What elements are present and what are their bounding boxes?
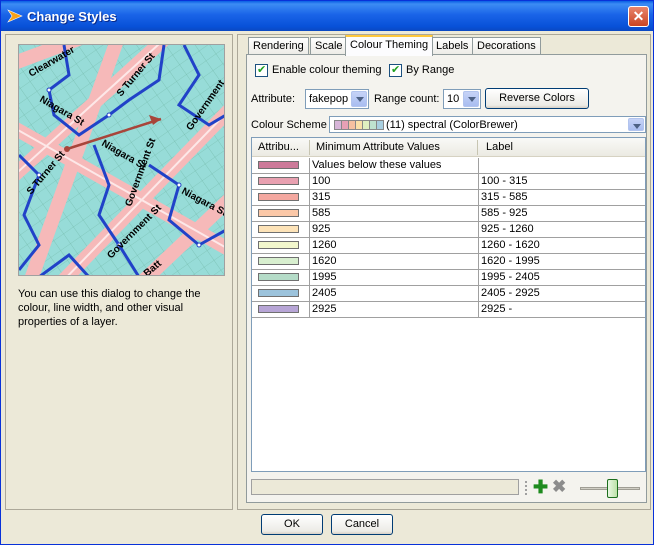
- table-row[interactable]: 2925 2925 -: [252, 302, 645, 318]
- table-row[interactable]: 1260 1260 - 1620: [252, 238, 645, 254]
- enable-colour-theming-checkbox[interactable]: [255, 63, 268, 77]
- tab-rendering[interactable]: Rendering: [248, 37, 309, 55]
- row-label[interactable]: 2405 - 2925: [481, 287, 540, 299]
- table-row[interactable]: 925 925 - 1260: [252, 222, 645, 238]
- row-minimum-value[interactable]: 925: [312, 223, 330, 235]
- tab-scale[interactable]: Scale: [310, 37, 348, 55]
- row-color-swatch[interactable]: [258, 161, 299, 169]
- row-label[interactable]: 925 - 1260: [481, 223, 534, 235]
- table-row[interactable]: 2405 2405 - 2925: [252, 286, 645, 302]
- column-header-attribute[interactable]: Attribu...: [258, 141, 299, 153]
- status-field: [251, 479, 519, 495]
- row-label[interactable]: 315 - 585: [481, 191, 527, 203]
- table-row[interactable]: 1995 1995 - 2405: [252, 270, 645, 286]
- row-label[interactable]: 1260 - 1620: [481, 239, 540, 251]
- row-minimum-value[interactable]: 1260: [312, 239, 336, 251]
- column-header-label[interactable]: Label: [486, 141, 513, 153]
- colour-scheme-value: (11) spectral (ColorBrewer): [386, 119, 518, 131]
- table-header: Attribu... Minimum Attribute Values Labe…: [252, 138, 645, 157]
- reverse-colors-button[interactable]: Reverse Colors: [485, 88, 589, 109]
- colour-ranges-table: Attribu... Minimum Attribute Values Labe…: [251, 137, 646, 472]
- change-styles-dialog: Change Styles ✕ Clearwater Niagara St S …: [0, 0, 654, 545]
- app-logo-icon: [7, 9, 23, 23]
- column-header-minimum-values[interactable]: Minimum Attribute Values: [316, 141, 440, 153]
- row-color-swatch[interactable]: [258, 305, 299, 313]
- ok-button[interactable]: OK: [261, 514, 323, 535]
- row-minimum-value[interactable]: 2925: [312, 303, 336, 315]
- by-range-checkbox[interactable]: [389, 63, 402, 77]
- tab-colour-theming[interactable]: Colour Theming: [345, 35, 434, 56]
- remove-icon[interactable]: ✖: [552, 478, 566, 495]
- attribute-value: fakepop: [309, 93, 349, 105]
- row-color-swatch[interactable]: [258, 193, 299, 201]
- attribute-label: Attribute:: [251, 93, 296, 105]
- row-minimum-value[interactable]: 2405: [312, 287, 336, 299]
- close-icon[interactable]: ✕: [628, 6, 649, 27]
- range-count-label: Range count:: [374, 93, 440, 105]
- row-color-swatch[interactable]: [258, 209, 299, 217]
- table-row[interactable]: 315 315 - 585: [252, 190, 645, 206]
- table-row[interactable]: 585 585 - 925: [252, 206, 645, 222]
- scheme-swatch: [376, 120, 384, 130]
- toolbar-grip: [525, 481, 528, 495]
- title-bar[interactable]: Change Styles ✕: [1, 1, 653, 31]
- range-count-value: 10: [447, 93, 460, 105]
- row-minimum-value[interactable]: 1995: [312, 271, 336, 283]
- row-minimum-value[interactable]: Values below these values: [312, 159, 441, 171]
- row-minimum-value[interactable]: 100: [312, 175, 330, 187]
- table-row[interactable]: Values below these values: [252, 158, 645, 174]
- row-minimum-value[interactable]: 315: [312, 191, 330, 203]
- table-row[interactable]: 100 100 - 315: [252, 174, 645, 190]
- window-title: Change Styles: [27, 9, 117, 24]
- cancel-button[interactable]: Cancel: [331, 514, 393, 535]
- chevron-down-icon[interactable]: [351, 91, 367, 107]
- row-label[interactable]: 100 - 315: [481, 175, 527, 187]
- chevron-down-icon[interactable]: [463, 91, 479, 107]
- tab-decorations[interactable]: Decorations: [472, 37, 541, 55]
- table-row[interactable]: 1620 1620 - 1995: [252, 254, 645, 270]
- row-color-swatch[interactable]: [258, 177, 299, 185]
- row-minimum-value[interactable]: 585: [312, 207, 330, 219]
- add-icon[interactable]: ✚: [533, 478, 548, 496]
- attribute-dropdown[interactable]: fakepop: [305, 89, 369, 109]
- map-preview-graphic: Clearwater Niagara St S Turner St Govern…: [19, 45, 224, 275]
- transparency-slider-thumb[interactable]: [607, 479, 618, 498]
- colour-scheme-dropdown[interactable]: (11) spectral (ColorBrewer): [329, 116, 646, 133]
- row-label[interactable]: 2925 -: [481, 303, 512, 315]
- row-color-swatch[interactable]: [258, 273, 299, 281]
- row-color-swatch[interactable]: [258, 241, 299, 249]
- row-label[interactable]: 585 - 925: [481, 207, 527, 219]
- colour-theming-panel: Enable colour theming By Range Attribute…: [246, 54, 647, 503]
- row-label[interactable]: 1995 - 2405: [481, 271, 540, 283]
- row-color-swatch[interactable]: [258, 289, 299, 297]
- enable-colour-theming-label[interactable]: Enable colour theming: [272, 64, 381, 76]
- row-color-swatch[interactable]: [258, 225, 299, 233]
- by-range-label[interactable]: By Range: [406, 64, 454, 76]
- range-count-dropdown[interactable]: 10: [443, 89, 481, 109]
- row-label[interactable]: 1620 - 1995: [481, 255, 540, 267]
- settings-pane: Rendering Scale Colour Theming Labels De…: [237, 34, 651, 510]
- preview-pane: Clearwater Niagara St S Turner St Govern…: [5, 34, 233, 510]
- help-text: You can use this dialog to change the co…: [18, 288, 201, 328]
- tab-labels[interactable]: Labels: [431, 37, 474, 55]
- colour-scheme-swatches: [334, 120, 384, 130]
- map-preview: Clearwater Niagara St S Turner St Govern…: [18, 44, 225, 276]
- chevron-down-icon[interactable]: [628, 118, 644, 131]
- colour-scheme-label: Colour Scheme: [251, 119, 327, 131]
- row-minimum-value[interactable]: 1620: [312, 255, 336, 267]
- row-color-swatch[interactable]: [258, 257, 299, 265]
